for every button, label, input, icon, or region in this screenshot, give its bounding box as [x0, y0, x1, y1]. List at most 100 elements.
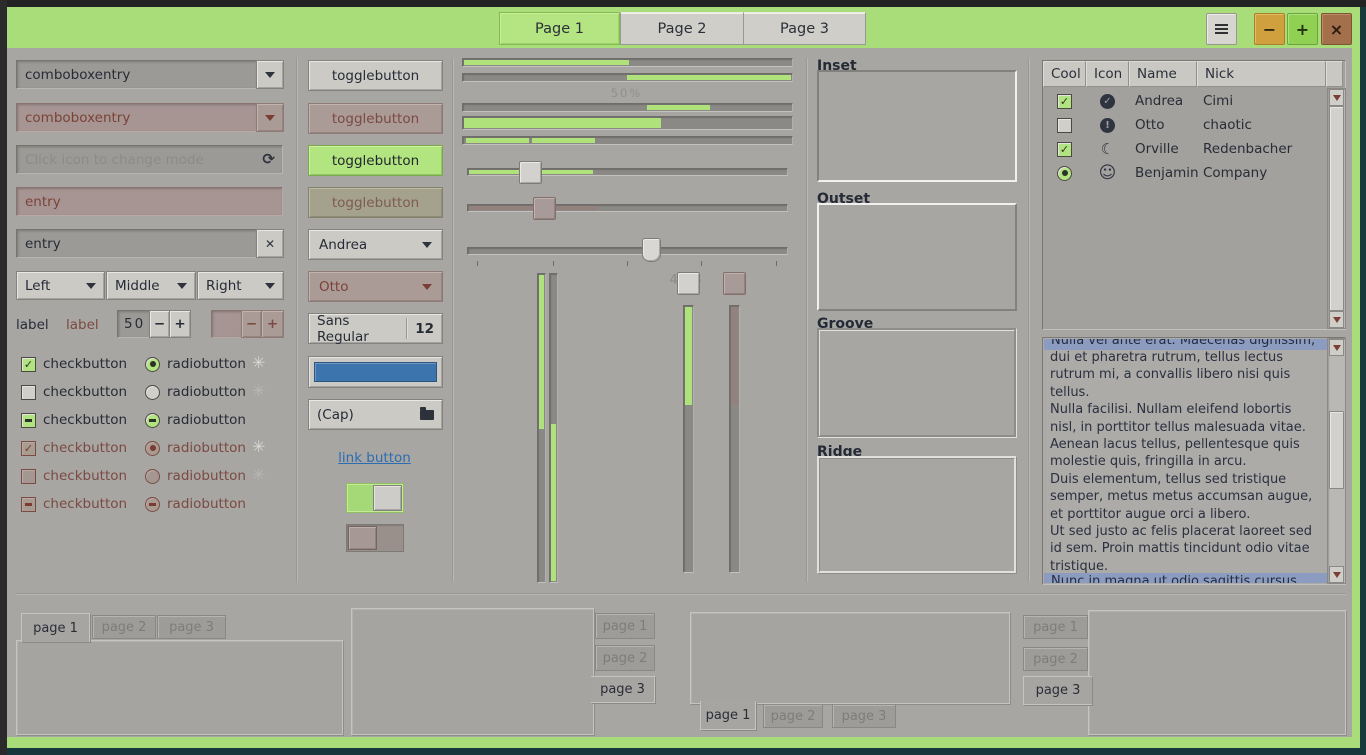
- hscale-trough[interactable]: [467, 168, 788, 176]
- tree-row[interactable]: ✓ ☾ Orville Redenbacher: [1043, 137, 1326, 161]
- hscale-marks-trough[interactable]: [467, 247, 788, 255]
- notebook3-tab-page3[interactable]: page 3: [832, 704, 896, 728]
- notebook4-tab-page1[interactable]: page 1: [1023, 615, 1088, 639]
- tree-row[interactable]: ! Otto chaotic: [1043, 113, 1326, 137]
- cell-radio-checked[interactable]: [1057, 166, 1072, 181]
- tree-header-name[interactable]: Name: [1129, 61, 1197, 87]
- switch-off[interactable]: [346, 524, 404, 552]
- radio-mixed-icon: [145, 413, 160, 428]
- togglebutton-label: togglebutton: [332, 195, 419, 211]
- comboboxentry-disabled-dropdown-button: [256, 103, 284, 132]
- scroll-down-button[interactable]: [1329, 566, 1344, 583]
- color-button[interactable]: [308, 356, 443, 388]
- linked-combo-right-label: Right: [206, 278, 242, 294]
- radiobutton-checked[interactable]: radiobutton: [145, 354, 246, 374]
- notebook2-tab-page1[interactable]: page 1: [595, 613, 655, 639]
- textview-partial-top: Nulla vel ante erat. Maecenas dignissim,: [1044, 339, 1327, 349]
- notebook3-tab-page2[interactable]: page 2: [763, 704, 823, 728]
- tree-header-icon-label: Icon: [1094, 66, 1122, 82]
- window-menu-button[interactable]: [1206, 13, 1237, 45]
- linked-combo-left[interactable]: Left: [16, 271, 105, 300]
- scroll-up-button[interactable]: [1329, 339, 1344, 356]
- notebook2-tab-page2[interactable]: page 2: [595, 645, 655, 671]
- vscale-handle[interactable]: [677, 272, 700, 295]
- cell-name: Benjamin: [1129, 165, 1197, 181]
- spinbutton-disabled-value: [211, 310, 242, 338]
- checkbox-mixed-icon: [21, 413, 36, 428]
- cell-checkbox-checked[interactable]: ✓: [1057, 94, 1072, 109]
- entry-clear-button[interactable]: ✕: [256, 229, 284, 258]
- titlebar-tab-page1[interactable]: Page 1: [499, 12, 620, 45]
- togglebutton[interactable]: togglebutton: [308, 60, 443, 91]
- desktop: Page 1 Page 2 Page 3 − + × comboboxentry…: [0, 0, 1366, 755]
- checkbutton-unchecked[interactable]: checkbutton: [21, 382, 127, 402]
- tab-label: page 3: [842, 709, 887, 724]
- linked-combo-right[interactable]: Right: [197, 271, 284, 300]
- row-separator: [16, 593, 1346, 595]
- combobox[interactable]: Andrea: [308, 229, 443, 260]
- titlebar-tab-page3[interactable]: Page 3: [743, 12, 866, 45]
- hscale-handle[interactable]: [519, 161, 542, 184]
- entry-disabled: entry: [16, 187, 283, 216]
- textview[interactable]: Nulla vel ante erat. Maecenas dignissim,…: [1042, 337, 1346, 585]
- spinbutton-plus-button[interactable]: +: [169, 310, 191, 338]
- checkbutton-mixed[interactable]: checkbutton: [21, 410, 127, 430]
- notebook3-tab-page1[interactable]: page 1: [700, 701, 756, 730]
- comboboxentry-dropdown-button[interactable]: [256, 60, 284, 89]
- switch-on[interactable]: [346, 483, 404, 513]
- column-separator: [452, 58, 454, 582]
- tree-header-cool[interactable]: Cool: [1043, 61, 1086, 87]
- togglebutton-active[interactable]: togglebutton: [308, 145, 443, 176]
- chevron-down-icon: [177, 283, 187, 289]
- switch-knob[interactable]: [373, 485, 402, 511]
- textview-partial-bottom: Nunc in magna ut odio sagittis cursus: [1044, 573, 1327, 583]
- checkbutton-checked[interactable]: ✓checkbutton: [21, 354, 127, 374]
- tree-row[interactable]: ✓ ✓ Andrea Cimi: [1043, 89, 1326, 113]
- hscale-marks-handle[interactable]: [642, 238, 661, 262]
- cell-checkbox-checked[interactable]: ✓: [1057, 142, 1072, 157]
- file-chooser-button[interactable]: (Cap): [308, 399, 443, 430]
- titlebar-tab-page2[interactable]: Page 2: [620, 12, 744, 45]
- entry[interactable]: entry: [16, 229, 257, 258]
- progressbar-rtl: [462, 73, 793, 82]
- minus-icon: −: [154, 316, 165, 332]
- link-button[interactable]: link button: [308, 450, 441, 466]
- scroll-down-button[interactable]: [1329, 311, 1344, 328]
- switch-knob[interactable]: [348, 526, 377, 550]
- radiobutton-mixed[interactable]: radiobutton: [145, 410, 246, 430]
- notebook4-tab-page3[interactable]: page 3: [1023, 676, 1092, 705]
- tree-scrollbar[interactable]: [1327, 88, 1346, 329]
- folder-icon: [420, 410, 434, 420]
- radiobutton-unchecked-disabled: radiobutton: [145, 466, 246, 486]
- spinbutton-minus-button[interactable]: −: [149, 310, 170, 338]
- notebook4-panel: [1088, 610, 1346, 735]
- notebook1-tab-page3[interactable]: page 3: [157, 615, 226, 639]
- comboboxentry-disabled-value: comboboxentry: [17, 104, 256, 131]
- comboboxentry-input[interactable]: comboboxentry: [16, 60, 257, 89]
- scroll-up-button[interactable]: [1329, 89, 1344, 106]
- scrollbar-thumb[interactable]: [1329, 106, 1344, 311]
- divider: [406, 318, 407, 338]
- radiobutton-unchecked[interactable]: radiobutton: [145, 382, 246, 402]
- tree-header-icon[interactable]: Icon: [1086, 61, 1129, 87]
- linked-combo-middle[interactable]: Middle: [106, 271, 196, 300]
- spinbutton-value[interactable]: 50: [117, 310, 150, 338]
- scrollbar-thumb[interactable]: [1329, 411, 1344, 489]
- notebook2-tab-page3[interactable]: page 3: [591, 676, 655, 703]
- font-button[interactable]: Sans Regular 12: [308, 313, 443, 344]
- close-button[interactable]: ×: [1321, 13, 1352, 45]
- textview-scrollbar[interactable]: [1327, 338, 1346, 584]
- minimize-button[interactable]: −: [1254, 13, 1285, 45]
- vscale-trough[interactable]: [683, 305, 694, 573]
- refresh-icon[interactable]: ⟳: [262, 150, 275, 168]
- maximize-button[interactable]: +: [1287, 13, 1318, 45]
- notebook4-tab-page2[interactable]: page 2: [1023, 647, 1088, 671]
- tree-row[interactable]: ☺ Benjamin Company: [1043, 161, 1326, 185]
- cell-checkbox-unchecked[interactable]: [1057, 118, 1072, 133]
- notebook1-tab-page2[interactable]: page 2: [92, 615, 156, 639]
- tree-header-nick[interactable]: Nick: [1197, 61, 1326, 87]
- icon-entry[interactable]: Click icon to change mode ⟳: [16, 145, 283, 174]
- notebook1-tab-page1[interactable]: page 1: [21, 613, 90, 642]
- togglebutton-label: togglebutton: [332, 111, 419, 127]
- progressbar-activity: [462, 136, 793, 145]
